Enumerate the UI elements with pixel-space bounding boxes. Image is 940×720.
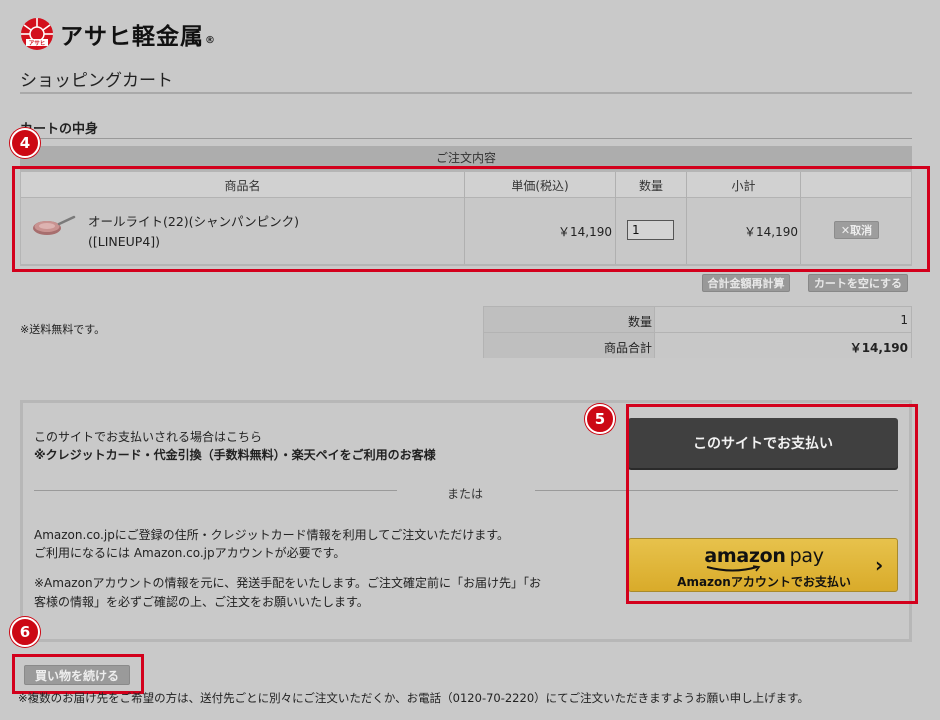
or-divider-left	[34, 490, 397, 491]
empty-cart-button[interactable]: カートを空にする	[808, 274, 908, 292]
site-payment-intro: このサイトでお支払いされる場合はこちら	[34, 430, 263, 444]
continue-highlight-box	[12, 654, 144, 694]
recalculate-button[interactable]: 合計金額再計算	[702, 274, 790, 292]
section-divider	[20, 138, 912, 139]
svg-text:アサヒ: アサヒ	[29, 40, 46, 47]
summary-total-value: ￥14,190	[849, 341, 908, 355]
title-divider	[20, 92, 912, 94]
page-title: ショッピングカート	[20, 71, 173, 91]
registered-mark: ®	[205, 34, 215, 46]
summary-quantity-label: 数量	[627, 315, 652, 329]
amazon-note-2: 客様の情報」を必ずご確認の上、ご注文をお願いいたします。	[34, 595, 369, 609]
summary-total-label: 商品合計	[603, 341, 652, 355]
payment-highlight-box	[626, 404, 918, 604]
shipping-note: ※送料無料です。	[20, 323, 106, 336]
asahi-sun-logo-icon: アサヒ	[21, 18, 53, 50]
summary-quantity-value: 1	[900, 313, 908, 327]
amazon-description-1: Amazon.co.jpにご登録の住所・クレジットカード情報を利用してご注文いた…	[34, 528, 510, 542]
amazon-note-1: ※Amazonアカウントの情報を元に、発送手配をいたします。ご注文確定前に「お届…	[34, 576, 541, 590]
callout-badge-6: 6	[10, 617, 40, 647]
or-label: または	[447, 487, 484, 501]
brand-name: アサヒ軽金属	[60, 24, 204, 50]
site-payment-methods: ※クレジットカード・代金引換（手数料無料）・楽天ペイをご利用のお客様	[34, 448, 436, 462]
callout-badge-5: 5	[585, 404, 615, 434]
brand-logo[interactable]: アサヒ アサヒ軽金属 ®	[20, 14, 240, 54]
footer-note: ※複数のお届け先をご希望の方は、送付先ごとに別々にご注文いただくか、お電話（01…	[18, 691, 809, 705]
order-caption: ご注文内容	[435, 151, 496, 165]
callout-badge-4: 4	[10, 128, 40, 158]
amazon-description-2: ご利用になるには Amazon.co.jpアカウントが必要です。	[34, 546, 346, 560]
cart-highlight-box	[12, 166, 930, 272]
